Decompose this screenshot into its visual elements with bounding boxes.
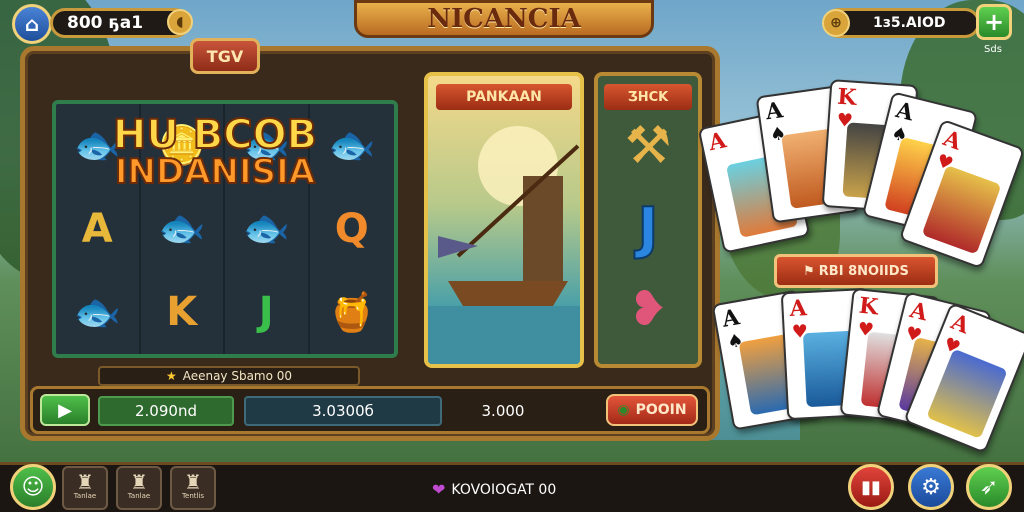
card-rank: A <box>893 97 917 127</box>
blue-j-symbol: J <box>637 195 660 262</box>
reel-symbol: J <box>225 270 310 354</box>
nav-tile-3-label: Tentlis <box>181 492 205 500</box>
cards-icon: ▮▮ <box>861 476 881 498</box>
bonus-panel[interactable]: PANKAAN <box>424 72 584 368</box>
spin-label: POOIN <box>635 402 687 418</box>
game-logo: HU BCOB INDANISIA <box>100 112 330 192</box>
spin-icon: ◉ <box>617 402 630 418</box>
gold-coin-icon: ⊕ <box>822 9 850 37</box>
boat-scene-illustration <box>428 126 580 364</box>
reel-symbol: 🍯 <box>328 289 376 334</box>
gift-icon: ⚑ <box>803 263 815 279</box>
nav-tile-1-label: Tanlae <box>73 492 97 500</box>
card-rank: A <box>907 297 931 327</box>
chef-icon: ♜ <box>76 470 94 494</box>
play-button[interactable]: ▶ <box>40 394 90 426</box>
fish-card-art <box>926 348 1008 439</box>
cards-banner-text: RBI 8NOIIDS <box>818 263 909 279</box>
nav-tile-2[interactable]: ♜ Tanlae <box>116 466 162 510</box>
share-button[interactable]: ➶ <box>966 464 1012 510</box>
card-rank: A <box>763 97 785 126</box>
coin-icon: ◖ <box>167 9 193 35</box>
reel-symbol: 🐟 <box>225 187 310 271</box>
card-rank: A <box>706 127 729 157</box>
reel-symbol: Q <box>334 205 369 252</box>
home-icon: ⌂ <box>24 12 40 36</box>
card-rank: A <box>947 308 973 340</box>
reel-symbol: K <box>141 270 225 354</box>
win-value: 3.0300б <box>244 396 442 426</box>
card-rank: A <box>788 295 808 322</box>
jackpot-bar: ★ Aeenay Sbamo 00 <box>98 366 360 386</box>
add-funds-button[interactable]: + <box>976 4 1012 40</box>
side-panel-label: ƷHCK <box>604 84 692 110</box>
cards-banner: ⚑ RBI 8NOIIDS <box>774 254 938 288</box>
spin-button[interactable]: ◉ POOIN <box>606 394 698 426</box>
footer-status-text: KOVOIOGAT 00 <box>451 481 557 498</box>
plus-icon: + <box>983 8 1005 36</box>
chef-icon: ♜ <box>184 470 202 494</box>
heart-badge-icon: ❤ <box>432 480 446 499</box>
fish-symbol: ❥ <box>627 281 669 337</box>
footer-status: ❤ KOVOIOGAT 00 <box>432 480 556 499</box>
play-icon: ▶ <box>58 399 72 421</box>
nav-tile-2-label: Tanlae <box>127 492 151 500</box>
balance-text: 1з5.AIOD <box>873 15 946 31</box>
profile-button[interactable]: ☺ <box>10 464 56 510</box>
balance-sub-label: Sds <box>984 44 1002 55</box>
logo-line-2: INDANISIA <box>114 152 316 192</box>
gold-trophy-symbol: ⚒ <box>624 116 672 176</box>
reel-symbol: 🐟 <box>56 270 141 354</box>
card-rank: K <box>836 83 858 111</box>
nav-tile-3[interactable]: ♜ Tentlis <box>170 466 216 510</box>
gear-icon: ⚙ <box>921 474 941 500</box>
reel-symbol: A <box>56 187 141 271</box>
card-rank: A <box>720 304 742 333</box>
card-game-button[interactable]: ▮▮ <box>848 464 894 510</box>
side-reel-panel[interactable]: ƷHCK ⚒ J ❥ <box>594 72 702 368</box>
game-title: NICANCIA <box>354 0 654 38</box>
bet-value: 2.090nd <box>98 396 234 426</box>
logo-line-1: HU BCOB <box>112 112 318 158</box>
star-icon: ★ <box>165 369 177 383</box>
game-badge: TGV <box>190 38 260 74</box>
card-rank: A <box>939 125 965 156</box>
coin-balance-text: 800 ҕа1 <box>67 13 144 33</box>
king-card-art <box>921 165 1002 255</box>
nav-tile-1[interactable]: ♜ Tanlae <box>62 466 108 510</box>
chef-icon: ♜ <box>130 470 148 494</box>
home-button[interactable]: ⌂ <box>12 4 52 44</box>
card-rank: K <box>857 292 880 321</box>
reel-symbol: 🐟 <box>141 187 225 271</box>
jackpot-text: Aeenay Sbamo 00 <box>182 369 293 383</box>
settings-button[interactable]: ⚙ <box>908 464 954 510</box>
profile-icon: ☺ <box>21 474 45 500</box>
total-value: 3.000 <box>481 402 525 420</box>
share-icon: ➶ <box>979 474 999 500</box>
